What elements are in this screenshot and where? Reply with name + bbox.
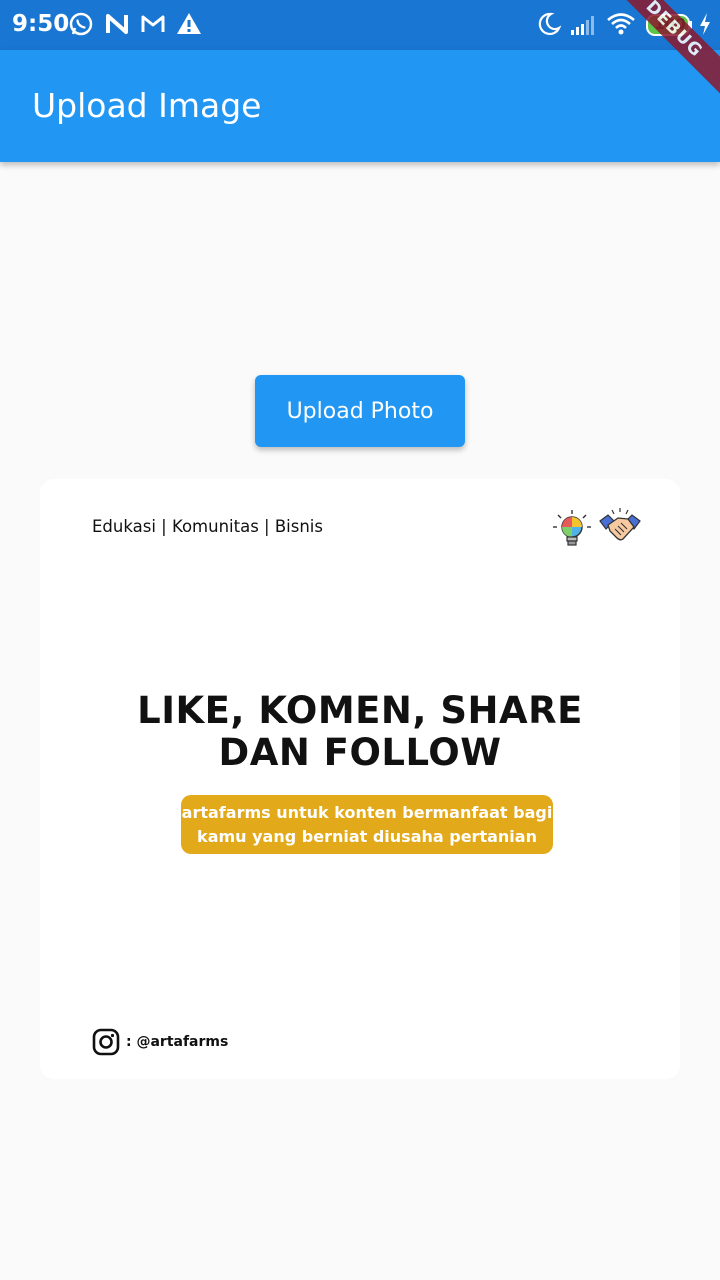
status-time: 9:50 <box>12 11 70 37</box>
instagram-icon <box>92 1028 120 1056</box>
instagram-handle: : @artafarms <box>126 1034 229 1050</box>
whatsapp-icon <box>69 12 93 36</box>
warning-icon <box>177 13 201 34</box>
n-app-icon <box>106 14 128 34</box>
card-tagline: Edukasi | Komunitas | Bisnis <box>92 517 323 536</box>
moon-icon <box>538 12 562 35</box>
signal-icon <box>571 16 594 35</box>
app-bar-title: Upload Image <box>32 86 262 125</box>
wifi-icon <box>607 13 635 35</box>
promo-banner-line2: kamu yang berniat diusaha pertanian <box>197 827 537 846</box>
promo-banner-line1: artafarms untuk konten bermanfaat bagi <box>181 803 553 822</box>
promo-banner: artafarms untuk konten bermanfaat bagi k… <box>181 795 553 854</box>
app-bar: Upload Image <box>0 50 720 162</box>
charging-icon <box>700 13 710 35</box>
upload-photo-button[interactable]: Upload Photo <box>255 375 465 447</box>
card-headline-line2: DAN FOLLOW <box>218 731 502 774</box>
gmail-icon <box>141 15 165 32</box>
status-bar: 9:50 100 <box>0 0 720 50</box>
handshake-icon <box>599 508 641 541</box>
uploaded-image-card: Edukasi | Komunitas | Bisnis LIKE, KOMEN… <box>40 479 680 1079</box>
lightbulb-icon <box>553 510 591 546</box>
card-headline-line1: LIKE, KOMEN, SHARE <box>137 689 583 732</box>
